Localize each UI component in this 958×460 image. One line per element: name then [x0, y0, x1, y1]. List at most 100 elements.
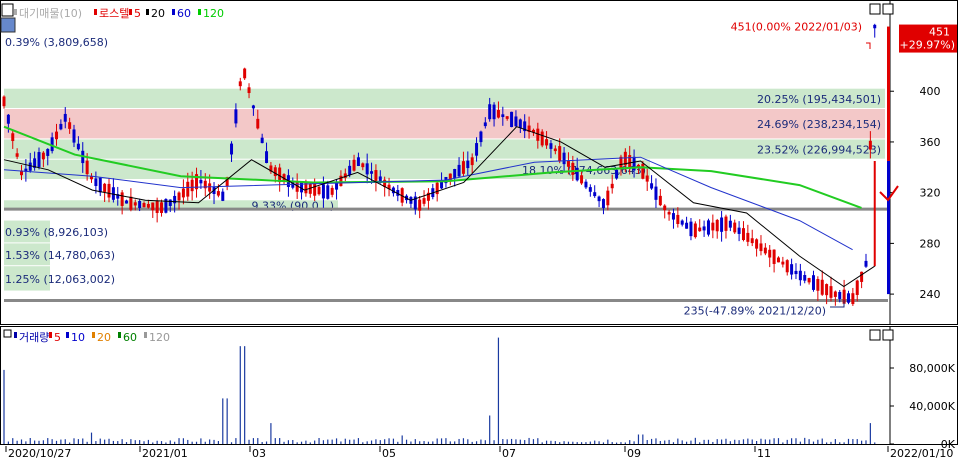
candle: [304, 183, 308, 194]
candle: [737, 227, 741, 234]
candle: [125, 200, 129, 204]
candle: [37, 152, 41, 168]
candle: [746, 232, 750, 242]
candle: [133, 202, 137, 206]
candle: [418, 199, 422, 211]
candle: [702, 226, 706, 231]
date-label: 03: [252, 447, 266, 460]
candle: [28, 162, 32, 171]
overlap-band-label: 1.25% (12,063,002): [5, 273, 115, 286]
candle: [811, 275, 815, 290]
candle: [234, 109, 238, 124]
candle: [545, 139, 549, 146]
legend-swatch: [49, 332, 52, 338]
current-change: (+29.97%): [895, 39, 955, 52]
candle: [868, 140, 872, 150]
candle: [457, 164, 461, 177]
candle: [273, 167, 277, 177]
candle: [59, 123, 63, 130]
candle: [615, 169, 619, 179]
candle: [658, 195, 662, 206]
candle: [846, 293, 850, 303]
candle: [510, 111, 514, 128]
current-range-up: [887, 26, 890, 161]
legend-swatch: [14, 332, 17, 338]
candle: [2, 96, 6, 107]
candle: [221, 191, 225, 201]
overlap-band-label: 1.53% (14,780,063): [5, 249, 115, 262]
candle: [496, 110, 500, 118]
candle: [549, 143, 553, 149]
candle: [151, 202, 155, 211]
candle: [76, 143, 80, 150]
candle: [807, 278, 811, 283]
volume-frame: [0, 326, 958, 445]
candle: [571, 162, 575, 175]
overlap-band-label: 20.25% (195,434,501): [757, 93, 881, 106]
current-price: 451: [929, 26, 950, 39]
current-range-down: [887, 160, 890, 295]
price-legend-item: 로스텔: [99, 7, 129, 20]
candle: [68, 122, 72, 129]
candle: [129, 196, 133, 210]
candle: [768, 249, 772, 258]
date-label: 05: [382, 447, 396, 460]
candle: [741, 228, 745, 241]
candle: [873, 24, 877, 29]
candle: [711, 222, 715, 231]
candle: [514, 116, 518, 127]
candle: [724, 216, 728, 231]
legend-swatch: [129, 9, 132, 15]
candle: [597, 196, 601, 202]
candle: [50, 137, 54, 152]
candle: [667, 211, 671, 215]
candle: [435, 182, 439, 195]
candle: [352, 159, 356, 171]
candle: [676, 214, 680, 224]
price-tick-label: 400: [920, 85, 941, 98]
price-panel: 20.25% (195,434,501) 24.69% (238,234,154)…: [0, 0, 958, 325]
date-label: 09: [627, 447, 641, 460]
candle: [11, 133, 15, 142]
volume-panel: 0K40,000K80,000K거래량 5 10 20 60 120: [0, 326, 958, 451]
candle: [794, 270, 798, 275]
candle: [593, 192, 597, 197]
price-legend-item: 60: [177, 7, 191, 20]
price-legend-item: 20: [151, 7, 165, 20]
candle: [483, 122, 487, 127]
candle: [94, 178, 98, 186]
candle: [313, 183, 317, 196]
candle: [689, 221, 693, 237]
candle: [142, 203, 146, 208]
candle: [864, 260, 868, 267]
candle: [720, 217, 724, 232]
min-note: 235(-47.89% 2021/12/20): [684, 304, 826, 317]
candle: [566, 160, 570, 167]
candle: [160, 202, 164, 213]
volume-legend-item: 5: [54, 331, 61, 344]
candle: [470, 157, 474, 166]
candle: [641, 163, 645, 179]
candle: [190, 179, 194, 192]
candle: [825, 284, 829, 296]
candle: [146, 203, 150, 208]
candle: [501, 114, 505, 118]
candle: [715, 219, 719, 232]
candle: [260, 137, 264, 144]
legend-swatch: [66, 332, 69, 338]
date-label: 2022/01/10: [890, 447, 953, 460]
price-tick-label: 320: [920, 187, 941, 200]
candle: [645, 175, 649, 182]
legend-swatch: [94, 9, 97, 15]
volume-tick-label: 80,000K: [909, 362, 955, 375]
x-axis: 2020/10/27 2021/01 03 05 07 09 11 2022/01/10: [5, 446, 953, 460]
candle: [317, 186, 321, 195]
volume-legend-item: 120: [149, 331, 170, 344]
candle: [85, 160, 89, 175]
candle: [181, 188, 185, 198]
candle: [321, 184, 325, 199]
legend-swatch: [92, 332, 95, 338]
candle: [453, 169, 457, 179]
candle: [361, 163, 365, 168]
price-window-btn-1: [869, 3, 881, 15]
